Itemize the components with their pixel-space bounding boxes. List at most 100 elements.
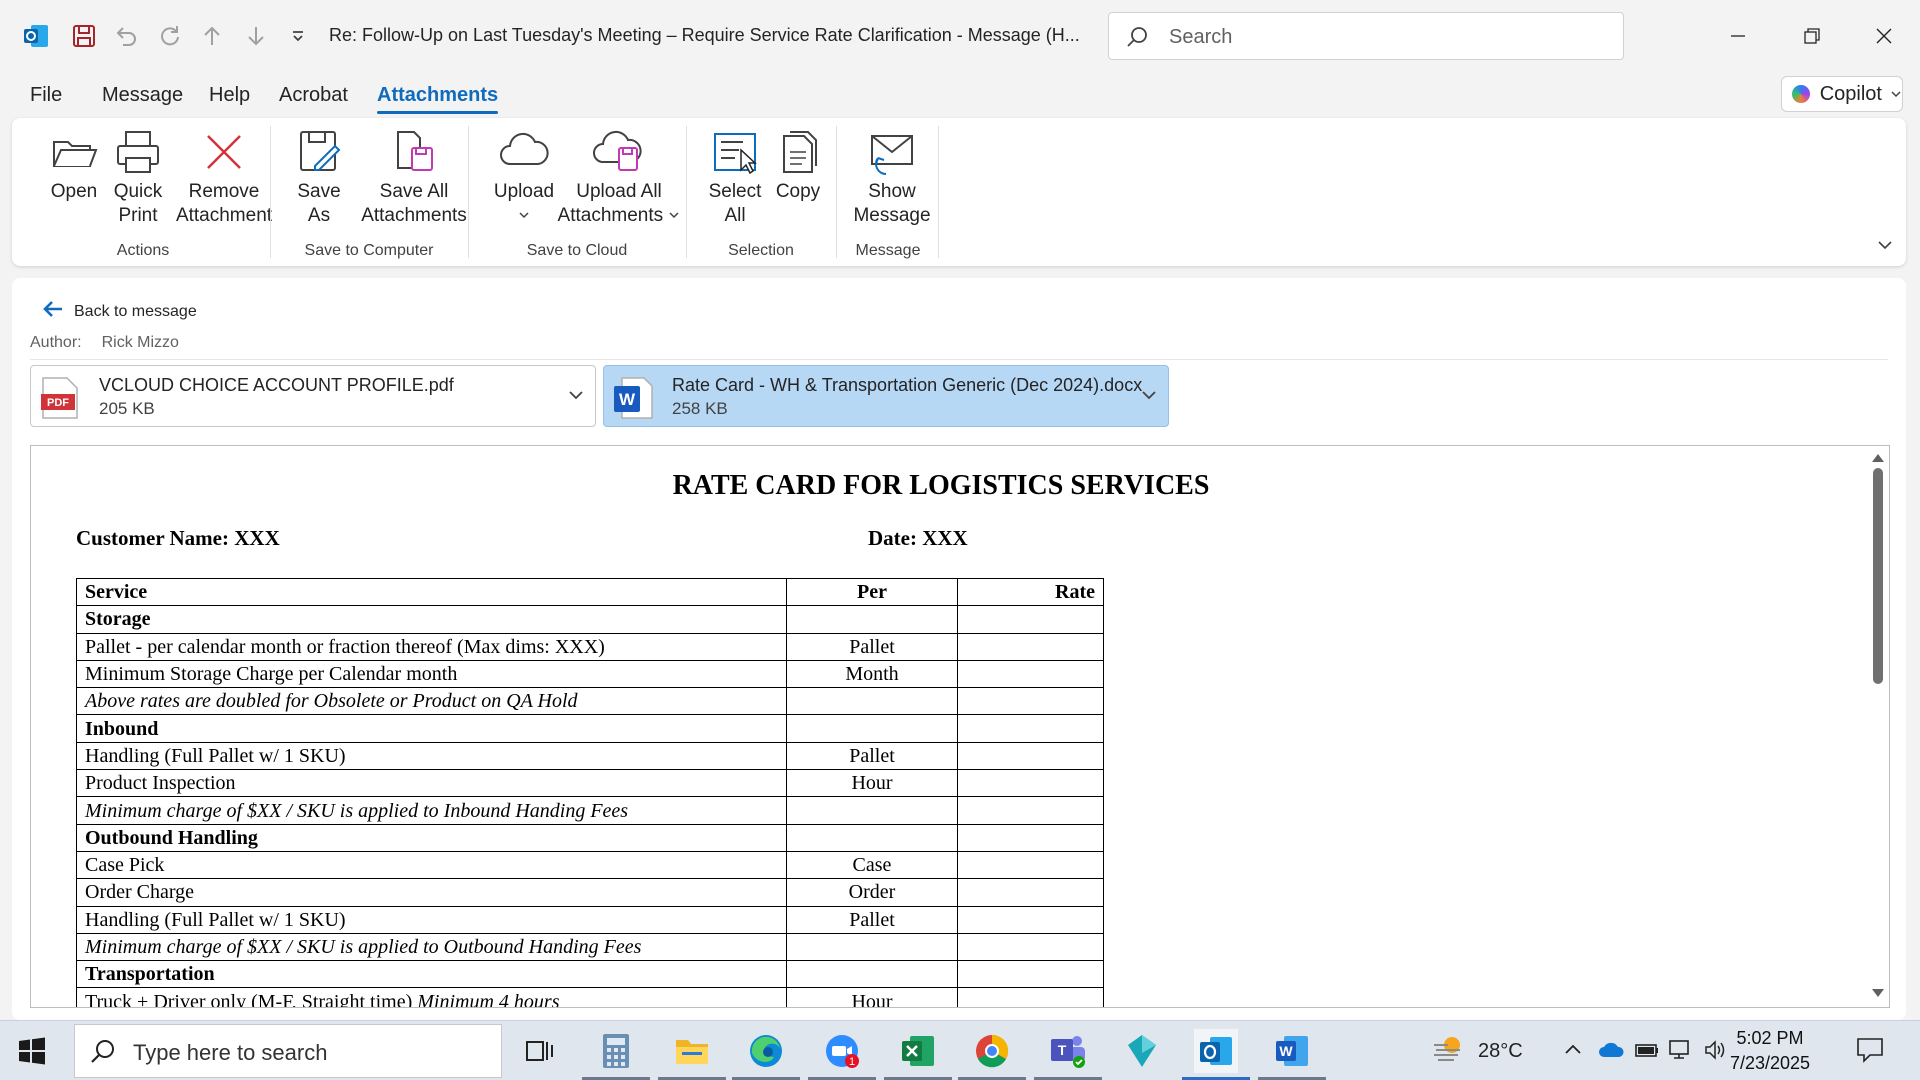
column-header-rate: Rate <box>957 577 1104 607</box>
tab-file[interactable]: File <box>30 84 62 107</box>
service-cell: Product Inspection <box>76 769 787 798</box>
rate-cell <box>957 632 1104 661</box>
battery-icon[interactable] <box>1634 1039 1660 1066</box>
copilot-icon <box>1792 85 1810 103</box>
vertical-scrollbar[interactable] <box>1867 446 1889 1007</box>
group-label-message: Message <box>855 242 921 259</box>
show-message-label-line2: Message <box>853 205 931 226</box>
teams-app-icon[interactable]: T <box>1034 1029 1102 1080</box>
weather-haze-icon <box>1432 1033 1466 1069</box>
tab-help[interactable]: Help <box>209 84 250 107</box>
close-button[interactable] <box>1866 18 1902 54</box>
collapse-ribbon-icon[interactable] <box>1876 236 1894 259</box>
scroll-down-icon[interactable] <box>1872 985 1884 1003</box>
edge-browser-icon[interactable] <box>732 1029 800 1080</box>
per-cell <box>786 932 958 962</box>
undo-icon[interactable] <box>110 20 142 52</box>
per-cell: Pallet <box>786 741 958 771</box>
group-label-selection: Selection <box>728 242 794 259</box>
service-text: Minimum charge of $XX / SKU is applied t… <box>85 799 629 822</box>
file-explorer-icon[interactable] <box>658 1029 726 1080</box>
show-hidden-icons-chevron-up-icon[interactable] <box>1562 1039 1584 1066</box>
chrome-browser-icon[interactable] <box>958 1029 1026 1080</box>
save-icon[interactable] <box>68 20 100 52</box>
taskbar-search-input[interactable]: Type here to search <box>74 1024 502 1078</box>
temperature: 28°C <box>1478 1039 1523 1062</box>
vpn-app-icon[interactable] <box>1120 1029 1164 1073</box>
weather-widget[interactable]: 28°C <box>1432 1033 1523 1069</box>
service-text: Minimum Storage Charge per Calendar mont… <box>85 663 458 686</box>
excel-app-icon[interactable] <box>884 1029 952 1080</box>
rate-cell <box>957 605 1104 634</box>
remove-attachment-button[interactable]: Remove Attachment <box>174 128 274 228</box>
upload-all-attachments-button[interactable]: Upload All Attachments <box>554 128 684 228</box>
customize-quick-access-icon[interactable] <box>282 20 314 52</box>
notification-center-icon[interactable] <box>1856 1037 1884 1068</box>
per-cell: Hour <box>786 769 958 798</box>
tab-attachments[interactable]: Attachments <box>377 84 499 114</box>
search-placeholder: Search <box>1169 26 1233 48</box>
task-view-icon[interactable] <box>518 1029 562 1073</box>
rate-cell <box>957 687 1104 716</box>
svg-text:W: W <box>1279 1043 1293 1059</box>
tab-acrobat[interactable]: Acrobat <box>279 84 348 107</box>
onedrive-icon[interactable] <box>1598 1039 1624 1066</box>
save-all-label-line2: Attachments <box>361 205 467 226</box>
quick-print-label-line2: Print <box>118 205 158 226</box>
save-as-label-line2: As <box>307 205 331 226</box>
scroll-up-icon[interactable] <box>1872 450 1884 468</box>
zoom-app-icon[interactable]: 1 <box>808 1029 876 1080</box>
column-header-per: Per <box>786 577 958 607</box>
copilot-button[interactable]: Copilot <box>1781 76 1903 112</box>
search-icon <box>89 1038 117 1071</box>
tab-message[interactable]: Message <box>102 84 183 107</box>
service-cell: Minimum charge of $XX / SKU is applied t… <box>76 932 787 962</box>
restore-button[interactable] <box>1794 18 1830 54</box>
group-label-save-to-cloud: Save to Cloud <box>526 242 628 259</box>
attachment-name: Rate Card - WH & Transportation Generic … <box>672 375 1143 395</box>
chevron-down-icon[interactable] <box>1140 386 1158 409</box>
copilot-label: Copilot <box>1819 82 1882 105</box>
outlook-taskbar-icon[interactable] <box>1182 1029 1250 1080</box>
table-row: Handling (Full Pallet w/ 1 SKU) Pallet <box>76 905 1104 934</box>
service-cell: Order Charge <box>76 878 787 907</box>
per-cell: Case <box>786 850 958 880</box>
service-cell: Inbound <box>76 714 787 743</box>
author-label: Author: <box>30 334 82 351</box>
save-as-icon <box>284 128 354 176</box>
minimize-button[interactable] <box>1720 18 1756 54</box>
envelope-icon <box>850 128 934 176</box>
network-icon[interactable] <box>1668 1039 1694 1066</box>
service-text: Minimum charge of $XX / SKU is applied t… <box>85 936 642 958</box>
windows-start-icon[interactable] <box>18 1037 46 1070</box>
remove-attachment-label-line1: Remove <box>188 181 260 202</box>
attachment-pdf[interactable]: PDF VCLOUD CHOICE ACCOUNT PROFILE.pdf 20… <box>30 365 596 427</box>
redo-icon[interactable] <box>154 20 186 52</box>
chevron-down-icon[interactable] <box>567 386 585 409</box>
scrollbar-thumb[interactable] <box>1873 468 1883 684</box>
back-to-message-link[interactable]: Back to message <box>42 300 197 323</box>
rate-table: Service Per Rate Storage Pallet - per cal… <box>76 577 1104 1007</box>
document-preview[interactable]: RATE CARD FOR LOGISTICS SERVICES Custome… <box>30 445 1890 1008</box>
title-bar: Re: Follow-Up on Last Tuesday's Meeting … <box>0 0 1920 72</box>
table-section-row: Inbound <box>76 714 1104 743</box>
previous-item-icon[interactable] <box>196 20 228 52</box>
save-as-button[interactable]: Save As <box>284 128 354 228</box>
attachment-docx[interactable]: W Rate Card - WH & Transportation Generi… <box>603 365 1169 427</box>
table-note-row: Above rates are doubled for Obsolete or … <box>76 687 1104 716</box>
service-cell: Case Pick <box>76 850 787 880</box>
select-all-button[interactable]: Select All <box>700 128 770 228</box>
search-input[interactable]: Search <box>1108 12 1624 60</box>
service-cell: Handling (Full Pallet w/ 1 SKU) <box>76 905 787 934</box>
quick-print-button[interactable]: Quick Print <box>98 128 178 228</box>
word-app-icon[interactable]: W <box>1258 1029 1326 1080</box>
system-clock[interactable]: 5:02 PM 7/23/2025 <box>1720 1026 1820 1076</box>
copy-button[interactable]: Copy <box>768 128 828 204</box>
calculator-app-icon[interactable] <box>582 1029 650 1080</box>
rate-cell <box>957 905 1104 934</box>
attachment-size: 205 KB <box>99 399 155 418</box>
next-item-icon[interactable] <box>240 20 272 52</box>
save-all-attachments-button[interactable]: Save All Attachments <box>352 128 476 228</box>
taskbar: Type here to search 1 T W 28°C 5:02 PM 7… <box>0 1020 1920 1080</box>
show-message-button[interactable]: Show Message <box>850 128 934 228</box>
